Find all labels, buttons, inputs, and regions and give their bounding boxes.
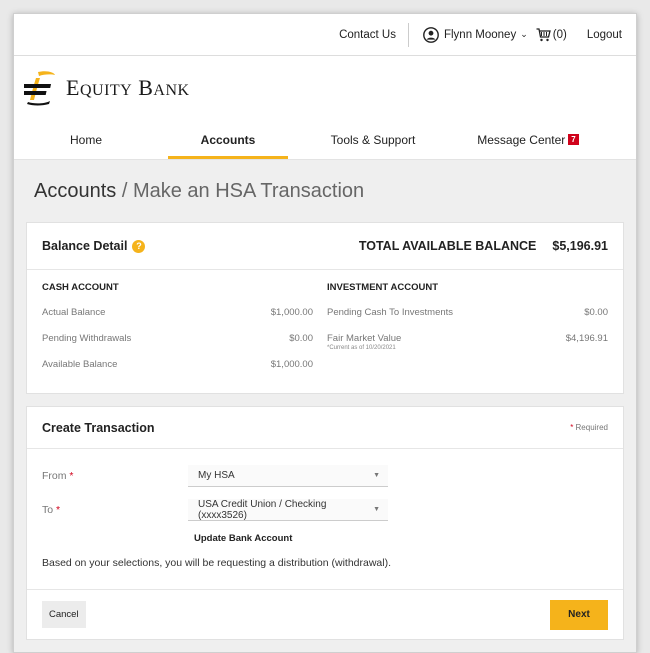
update-bank-account-link[interactable]: Update Bank Account — [188, 529, 608, 547]
cash-account-section: CASH ACCOUNT Actual Balance $1,000.00 Pen… — [42, 282, 325, 385]
create-transaction-card: Create Transaction * Required From * My … — [26, 406, 624, 640]
next-button[interactable]: Next — [550, 599, 608, 630]
cart-button[interactable]: (0) — [536, 27, 567, 42]
user-menu[interactable]: Flynn Mooney ⌄ — [423, 26, 528, 43]
chevron-down-icon: ⌄ — [520, 29, 528, 39]
message-count-badge: 7 — [568, 134, 579, 145]
balance-row: Pending Withdrawals $0.00 — [42, 333, 313, 344]
help-icon[interactable]: ? — [132, 239, 146, 253]
breadcrumb-accounts[interactable]: Accounts — [34, 180, 116, 202]
from-select[interactable]: My HSA ▼ — [188, 465, 388, 487]
balance-row: Available Balance $1,000.00 — [42, 359, 313, 370]
brand-bar: EQUITY BANK — [14, 56, 636, 120]
required-note: * Required — [570, 423, 608, 432]
logout-link[interactable]: Logout — [587, 29, 622, 41]
cancel-button[interactable]: Cancel — [42, 601, 86, 628]
caret-down-icon: ▼ — [373, 472, 380, 479]
create-transaction-header: Create Transaction * Required — [27, 407, 623, 449]
brand-name: EQUITY BANK — [66, 75, 190, 100]
caret-down-icon: ▼ — [373, 506, 380, 513]
utility-bar: Contact Us Flynn Mooney ⌄ (0) Logout — [14, 14, 636, 56]
balance-row: Fair Market Value *Current as of 10/20/20… — [327, 333, 608, 351]
cart-count: (0) — [552, 28, 567, 41]
balance-row: Pending Cash To Investments $0.00 — [327, 307, 608, 318]
transaction-actions: Cancel Next — [27, 589, 623, 639]
nav-home[interactable]: Home — [14, 120, 158, 159]
distribution-info-text: Based on your selections, you will be re… — [42, 557, 392, 569]
balance-detail-card: Balance Detail ? TOTAL AVAILABLE BALANCE… — [26, 222, 624, 394]
create-transaction-title: Create Transaction — [42, 420, 155, 435]
to-field: To * USA Credit Union / Checking (xxxx35… — [42, 495, 608, 525]
nav-message-center[interactable]: Message Center 7 — [448, 120, 608, 159]
balance-detail-title: Balance Detail — [42, 239, 128, 253]
contact-us-link[interactable]: Contact Us — [339, 29, 396, 41]
page-title: Accounts / Make an HSA Transaction — [34, 180, 365, 202]
breadcrumb-current: Make an HSA Transaction — [132, 180, 365, 202]
nav-accounts[interactable]: Accounts — [158, 120, 298, 159]
user-icon — [423, 26, 439, 43]
main-nav: Home Accounts Tools & Support Message Ce… — [14, 120, 636, 160]
divider — [407, 22, 409, 47]
equity-bank-logo-icon[interactable] — [24, 70, 58, 106]
browser-frame: Contact Us Flynn Mooney ⌄ (0) Logout EQU… — [13, 13, 637, 653]
balance-row: Actual Balance $1,000.00 — [42, 307, 313, 318]
user-name: Flynn Mooney — [443, 28, 517, 41]
cart-icon — [536, 27, 551, 41]
nav-tools-support[interactable]: Tools & Support — [298, 120, 448, 159]
investment-account-section: INVESTMENT ACCOUNT Pending Cash To Inves… — [325, 282, 608, 385]
total-available-balance: TOTAL AVAILABLE BALANCE $5,196.91 — [358, 239, 608, 253]
balance-detail-header: Balance Detail ? TOTAL AVAILABLE BALANCE… — [27, 223, 623, 270]
to-select[interactable]: USA Credit Union / Checking (xxxx3526) ▼ — [188, 499, 388, 521]
from-field: From * My HSA ▼ — [42, 461, 608, 491]
total-balance-value: $5,196.91 — [552, 239, 608, 253]
